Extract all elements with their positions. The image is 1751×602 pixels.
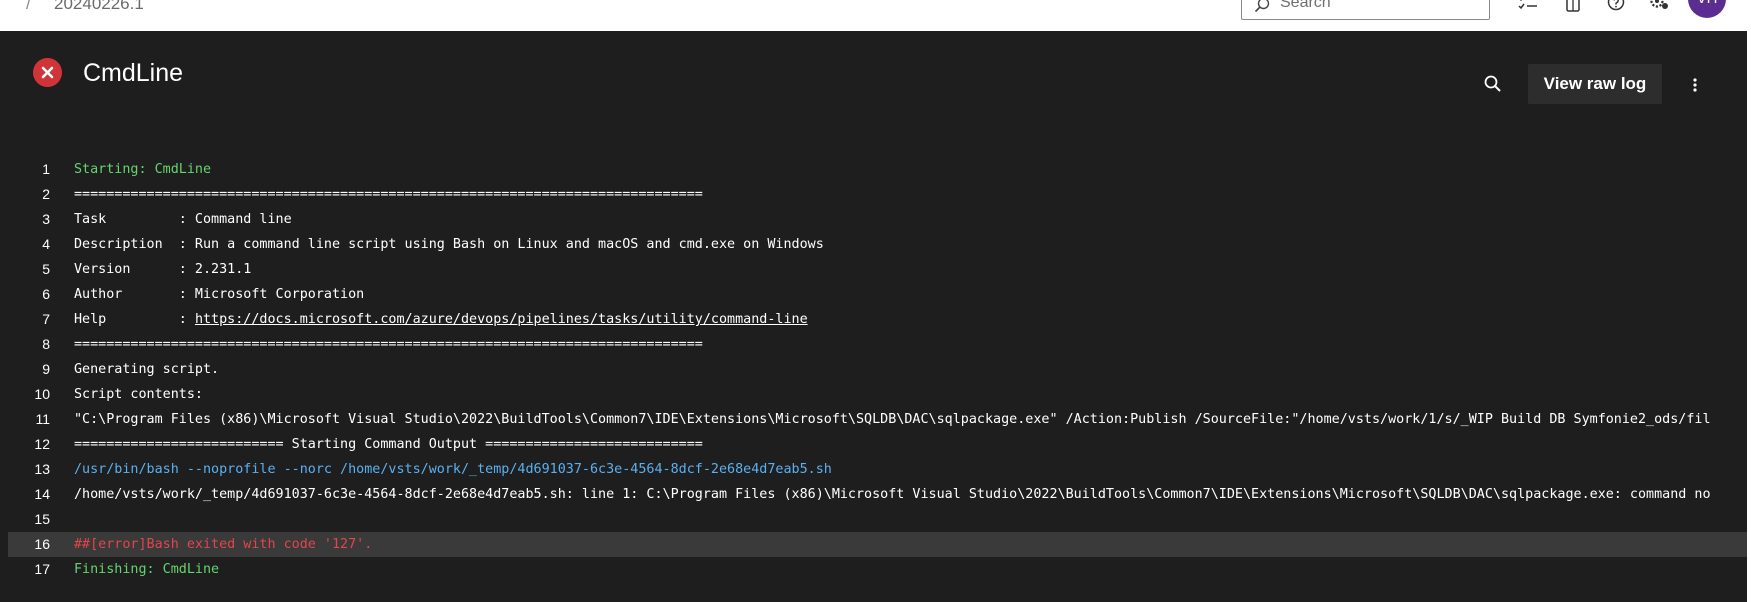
line-number: 4	[42, 236, 50, 252]
line-number: 13	[34, 461, 50, 477]
more-vertical-icon[interactable]	[1684, 74, 1706, 96]
log-line: 12 ========================== Starting Co…	[0, 432, 1747, 457]
checklist-icon[interactable]	[1517, 0, 1539, 15]
log-text: Script contents:	[74, 387, 203, 402]
line-number: 2	[42, 186, 50, 202]
log-line: 10 Script contents:	[0, 382, 1747, 407]
search-box[interactable]	[1241, 0, 1490, 20]
log-line: 17 Finishing: CmdLine	[0, 557, 1747, 582]
line-number: 8	[42, 336, 50, 352]
search-icon[interactable]	[1482, 73, 1504, 95]
line-number: 10	[34, 386, 50, 402]
log-panel: CmdLine View raw log 1 Starting: CmdLine …	[0, 31, 1751, 602]
log-line: 2 =======================================…	[0, 182, 1747, 207]
line-number: 15	[34, 511, 50, 527]
help-icon[interactable]	[1605, 0, 1627, 15]
log-text: Task : Command line	[74, 212, 292, 227]
log-line: 11 "C:\Program Files (x86)\Microsoft Visu…	[0, 407, 1747, 432]
job-title: CmdLine	[83, 59, 184, 87]
line-number: 16	[34, 536, 50, 552]
log-line: 14/home/vsts/work/_temp/4d691037-6c3e-45…	[0, 482, 1747, 507]
help-link[interactable]: https://docs.microsoft.com/azure/devops/…	[195, 312, 808, 327]
log-output: 1 Starting: CmdLine 2 ====================…	[0, 157, 1747, 582]
line-number: 9	[42, 361, 50, 377]
log-text: /usr/bin/bash --noprofile --norc /home/v…	[74, 462, 832, 477]
panel-edge	[1747, 31, 1751, 602]
search-input[interactable]	[1280, 0, 1480, 13]
line-number: 7	[42, 311, 50, 327]
log-text: /home/vsts/work/_temp/4d691037-6c3e-4564…	[74, 487, 1711, 502]
line-number: 3	[42, 211, 50, 227]
error-status-icon	[33, 58, 62, 87]
line-number: 11	[35, 411, 50, 427]
log-line: 3 Task : Command line	[0, 207, 1747, 232]
log-text: ##[error]Bash exited with code '127'.	[74, 537, 373, 552]
line-number: 14	[34, 486, 50, 502]
log-line-error[interactable]: 16 ##[error]Bash exited with code '127'.	[8, 532, 1747, 557]
log-text: Finishing: CmdLine	[74, 562, 220, 577]
log-line: 15	[0, 507, 1747, 532]
log-text: Help : https://docs.microsoft.com/azure/…	[74, 307, 808, 332]
log-line: 4 Description : Run a command line script…	[0, 232, 1747, 257]
log-line: 5 Version : 2.231.1	[0, 257, 1747, 282]
log-text: "C:\Program Files (x86)\Microsoft Visual…	[74, 412, 1711, 427]
log-text: ========================== Starting Comm…	[74, 437, 703, 452]
line-number: 12	[34, 436, 50, 452]
log-text: Author : Microsoft Corporation	[74, 287, 365, 302]
clipboard-icon[interactable]	[1562, 0, 1584, 15]
breadcrumb-run-number[interactable]: 20240226.1	[54, 0, 144, 14]
avatar[interactable]: VH	[1688, 0, 1726, 18]
log-text: Description : Run a command line script …	[74, 237, 824, 252]
user-settings-icon[interactable]	[1648, 0, 1670, 15]
log-text: Starting: CmdLine	[74, 162, 212, 177]
line-number: 5	[42, 261, 50, 277]
log-line: 8 =======================================…	[0, 332, 1747, 357]
line-number: 1	[42, 161, 50, 177]
top-bar: / 20240226.1 VH	[0, 0, 1751, 32]
view-raw-log-button[interactable]: View raw log	[1528, 64, 1662, 104]
log-line: 9 Generating script.	[0, 357, 1747, 382]
log-text: ========================================…	[74, 337, 703, 352]
line-number: 17	[34, 561, 50, 577]
log-line: 13/usr/bin/bash --noprofile --norc /home…	[0, 457, 1747, 482]
line-number: 6	[42, 286, 50, 302]
search-icon	[1254, 0, 1270, 13]
log-line: 7 Help : https://docs.microsoft.com/azure…	[0, 307, 1747, 332]
log-line: 1 Starting: CmdLine	[0, 157, 1747, 182]
log-text: Generating script.	[74, 362, 220, 377]
log-line: 6 Author : Microsoft Corporation	[0, 282, 1747, 307]
breadcrumb-separator: /	[26, 0, 31, 13]
help-label: Help :	[74, 312, 195, 327]
log-text: Version : 2.231.1	[74, 262, 252, 277]
log-text: ========================================…	[74, 187, 703, 202]
